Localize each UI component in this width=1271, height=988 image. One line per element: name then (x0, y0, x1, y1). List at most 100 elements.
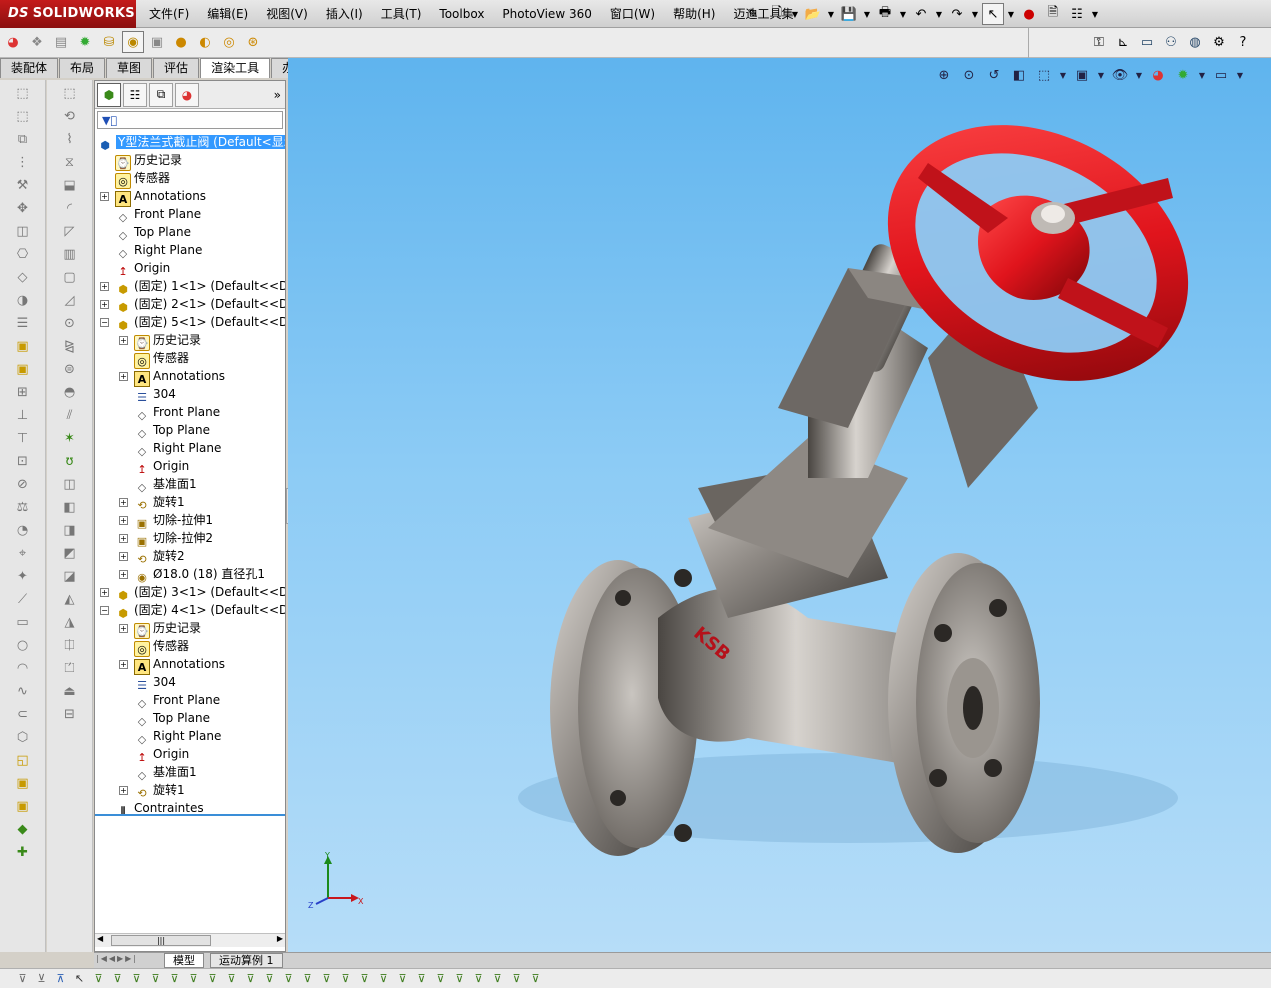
hole-wizard-icon[interactable]: ⊙ (59, 313, 81, 333)
exploded-view-icon[interactable]: ▣ (12, 336, 34, 356)
tree-item[interactable]: + A Annotations (119, 367, 225, 387)
expand-icon[interactable]: + (119, 552, 128, 561)
tree-item[interactable]: + ⌚ 历史记录 (119, 331, 201, 351)
edit-appearance-icon[interactable]: ◕ (1147, 64, 1169, 86)
filter-cosmetic-icon[interactable]: ⊽ (527, 970, 544, 988)
configuration-manager-tab-icon[interactable]: ⧉ (149, 82, 173, 107)
filter-mates-icon[interactable]: ⊽ (318, 970, 335, 988)
new-part-icon[interactable]: ⬚ (12, 106, 34, 126)
expand-icon[interactable]: + (119, 336, 128, 345)
shell-icon[interactable]: ▢ (59, 267, 81, 287)
collapse-icon[interactable]: − (100, 318, 109, 327)
filter-axes-icon[interactable]: ⊽ (166, 970, 183, 988)
surface-extrude-icon[interactable]: ◪ (59, 566, 81, 586)
undo-dropdown-icon[interactable]: ▼ (934, 3, 944, 25)
tree-item[interactable]: ◇ Front Plane (134, 403, 220, 422)
render-region-icon[interactable]: ◐ (194, 31, 216, 53)
mass-properties-icon[interactable]: ⚖ (12, 497, 34, 517)
menu-toolbox[interactable]: Toolbox (430, 0, 493, 28)
tree-item[interactable]: + ⟲ 旋转1 (119, 493, 185, 512)
explode-line-icon[interactable]: ▣ (12, 359, 34, 379)
dome-icon[interactable]: ◓ (59, 382, 81, 402)
lights-icon[interactable]: ✹ (74, 31, 96, 53)
scroll-left-icon[interactable]: ◀ (97, 934, 103, 943)
expand-icon[interactable]: + (100, 282, 109, 291)
expand-icon[interactable]: + (119, 534, 128, 543)
solidworks-logo[interactable]: DS SOLIDWORKS (0, 0, 136, 28)
tree-item[interactable]: ◎ 传感器 (134, 349, 189, 369)
expand-icon[interactable]: + (119, 498, 128, 507)
tree-item[interactable]: + ⟲ 旋转1 (119, 781, 185, 800)
tree-item[interactable]: + ⬢ (固定) 1<1> (Default<<De (100, 277, 285, 296)
draft-icon[interactable]: ◿ (59, 290, 81, 310)
collapse-icon[interactable]: − (100, 606, 109, 615)
sensor-tool-icon[interactable]: ⌖ (12, 543, 34, 563)
tree-item[interactable]: + A Annotations (100, 187, 206, 207)
tree-item[interactable]: ↥ Origin (134, 457, 189, 476)
render-options-icon[interactable]: ◎ (218, 31, 240, 53)
display-manager-tab-icon[interactable]: ◕ (175, 82, 199, 107)
new-dropdown-icon[interactable]: ▼ (790, 3, 800, 25)
camera-icon[interactable]: ⛁ (98, 31, 120, 53)
view-orientation-icon[interactable]: ⬚ (1033, 64, 1055, 86)
smart-dimension-icon[interactable]: ◱ (12, 750, 34, 770)
key-icon[interactable]: ⚿ (1088, 31, 1110, 53)
section-properties-icon[interactable]: ◔ (12, 520, 34, 540)
tree-item[interactable]: ◇ Top Plane (115, 223, 191, 242)
boundary-surface-icon[interactable]: ⏍ (59, 658, 81, 678)
tree-item[interactable]: + ▣ 切除-拉伸2 (119, 529, 213, 548)
tree-item[interactable]: ☰ 304 (134, 385, 176, 404)
mirror-icon[interactable]: ⧎ (59, 336, 81, 356)
insert-component-icon[interactable]: ⬚ (12, 83, 34, 103)
filter-field[interactable]: ▼⃤ (97, 111, 283, 129)
circle-icon[interactable]: ○ (12, 635, 34, 655)
flex-icon[interactable]: ⫽ (59, 405, 81, 425)
assembly-features-icon[interactable]: ⎔ (12, 244, 34, 264)
3d-sketch-icon[interactable]: ✦ (12, 566, 34, 586)
menu-help[interactable]: 帮助(H) (664, 0, 724, 28)
filter-vertices-icon[interactable]: ⊽ (90, 970, 107, 988)
filter-notes-icon[interactable]: ⊽ (242, 970, 259, 988)
rectangle-icon[interactable]: ▭ (12, 612, 34, 632)
tree-root-assembly[interactable]: ⬢ Y型法兰式截止阀 (Default<显示 (97, 133, 285, 152)
linear-pattern-icon[interactable]: ⋮ (12, 152, 34, 172)
print-dropdown-icon[interactable]: ▼ (898, 3, 908, 25)
rollback-bar[interactable] (95, 814, 285, 816)
scene-icon[interactable]: ▤ (50, 31, 72, 53)
property-manager-tab-icon[interactable]: ☷ (123, 82, 147, 107)
tree-item[interactable]: ◇ Top Plane (134, 709, 210, 728)
tree-item[interactable]: ☰ 304 (134, 673, 176, 692)
rib-icon[interactable]: ▥ (59, 244, 81, 264)
schedule-render-icon[interactable]: ⊛ (242, 31, 264, 53)
dimension-icon[interactable]: ⊾ (1112, 31, 1134, 53)
slot-icon[interactable]: ⊂ (12, 704, 34, 724)
expand-icon[interactable]: + (119, 660, 128, 669)
helix-icon[interactable]: ʊ (59, 451, 81, 471)
tree-item[interactable]: + ▣ 切除-拉伸1 (119, 511, 213, 530)
filter-blocks-icon[interactable]: ⊽ (413, 970, 430, 988)
preview-window-icon[interactable]: ◉ (122, 31, 144, 53)
curves-icon[interactable]: ✶ (59, 428, 81, 448)
menu-tools[interactable]: 工具(T) (372, 0, 431, 28)
zoom-to-area-icon[interactable]: ⊙ (958, 64, 980, 86)
scroll-right-icon[interactable]: ▶ (277, 934, 283, 943)
polygon-icon[interactable]: ⬡ (12, 727, 34, 747)
tab-layout[interactable]: 布局 (59, 58, 106, 78)
pin-icon[interactable]: ✎ (742, 3, 764, 25)
tree-item[interactable]: ◇ 基准面1 (134, 763, 197, 782)
smart-fasteners-icon[interactable]: ⚒ (12, 175, 34, 195)
filter-loops-icon[interactable]: ⊽ (375, 970, 392, 988)
menu-insert[interactable]: 插入(I) (317, 0, 372, 28)
display-style-icon[interactable]: ▣ (1071, 64, 1093, 86)
menu-view[interactable]: 视图(V) (257, 0, 317, 28)
wrap-icon[interactable]: ⊜ (59, 359, 81, 379)
hide-show-items-icon[interactable]: 👁 (1109, 64, 1131, 86)
tree-item[interactable]: ◇ 基准面1 (134, 475, 197, 494)
tree-item[interactable]: + ⌚ 历史记录 (119, 619, 201, 639)
composite-curve-icon[interactable]: ◨ (59, 520, 81, 540)
select-dropdown-icon[interactable]: ▼ (1006, 3, 1016, 25)
valve-model-render[interactable]: KSB (288, 58, 1271, 952)
tree-item[interactable]: ◇ Front Plane (134, 691, 220, 710)
select-cursor-icon[interactable]: ↖ (982, 3, 1004, 25)
tree-item[interactable]: ◇ Right Plane (134, 727, 222, 746)
